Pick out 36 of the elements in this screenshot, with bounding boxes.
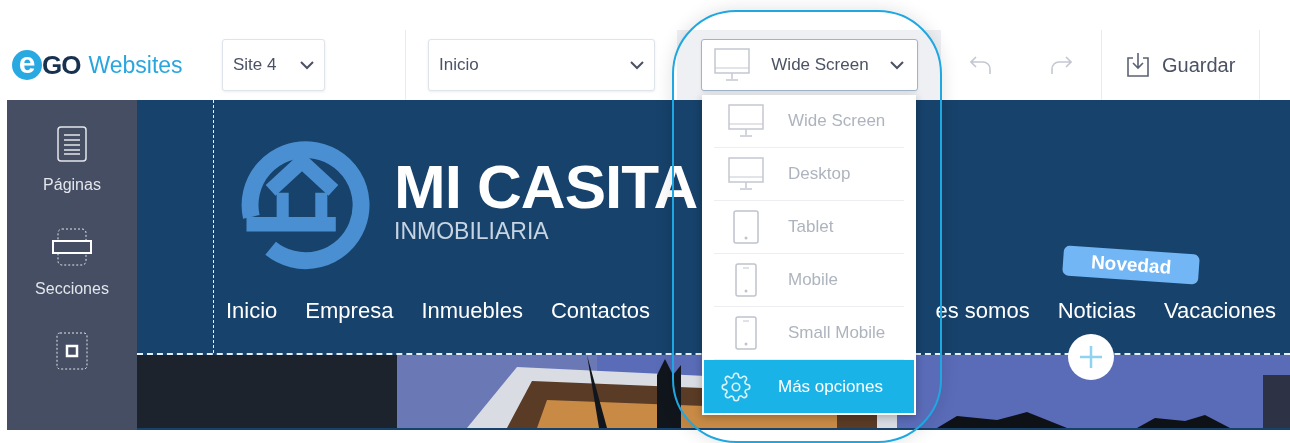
brand-tagline: INMOBILIARIA — [394, 217, 550, 245]
chevron-icon — [890, 60, 905, 70]
sidebar-item[interactable] — [56, 332, 88, 370]
sidebar-item[interactable]: Secciones — [35, 228, 109, 298]
plus-icon — [1079, 345, 1103, 369]
download-icon — [1126, 52, 1150, 78]
monitor-icon — [728, 157, 764, 191]
nav-link[interactable]: Inmuebles — [421, 298, 523, 324]
nav-link[interactable]: Vacaciones — [1163, 298, 1276, 324]
save-button[interactable]: Guardar — [1102, 39, 1260, 91]
phone-icon — [735, 263, 757, 297]
document-icon — [57, 126, 87, 162]
chevron-icon — [300, 60, 314, 70]
chevron-icon — [630, 60, 644, 70]
tablet-icon — [733, 210, 759, 244]
undo-icon — [970, 55, 992, 75]
nav-link[interactable]: Inicio — [226, 298, 278, 324]
logo-name: Websites — [88, 51, 183, 79]
new-badge: Novedad — [1062, 245, 1201, 285]
site-select[interactable]: Site 4 — [222, 39, 325, 91]
sections-icon — [52, 228, 92, 266]
page-select[interactable]: Inicio — [428, 39, 655, 91]
brand-name: MI CASITA — [394, 155, 698, 218]
settings-icon — [721, 371, 751, 402]
device-select[interactable]: Wide Screen — [700, 39, 918, 91]
redo-icon — [1050, 55, 1072, 75]
element-icon — [56, 332, 88, 370]
phone-icon — [735, 316, 757, 350]
monitor-icon — [728, 104, 764, 138]
nav-link[interactable]: Noticias — [1057, 298, 1136, 324]
nav-link[interactable]: Contactos — [550, 298, 650, 324]
logo: e GO — [12, 49, 81, 81]
add-section-button[interactable] — [1068, 334, 1114, 380]
monitor-icon — [713, 48, 750, 82]
nav-link[interactable]: Empresa — [305, 298, 394, 324]
sidebar-item[interactable]: Páginas — [43, 126, 101, 194]
